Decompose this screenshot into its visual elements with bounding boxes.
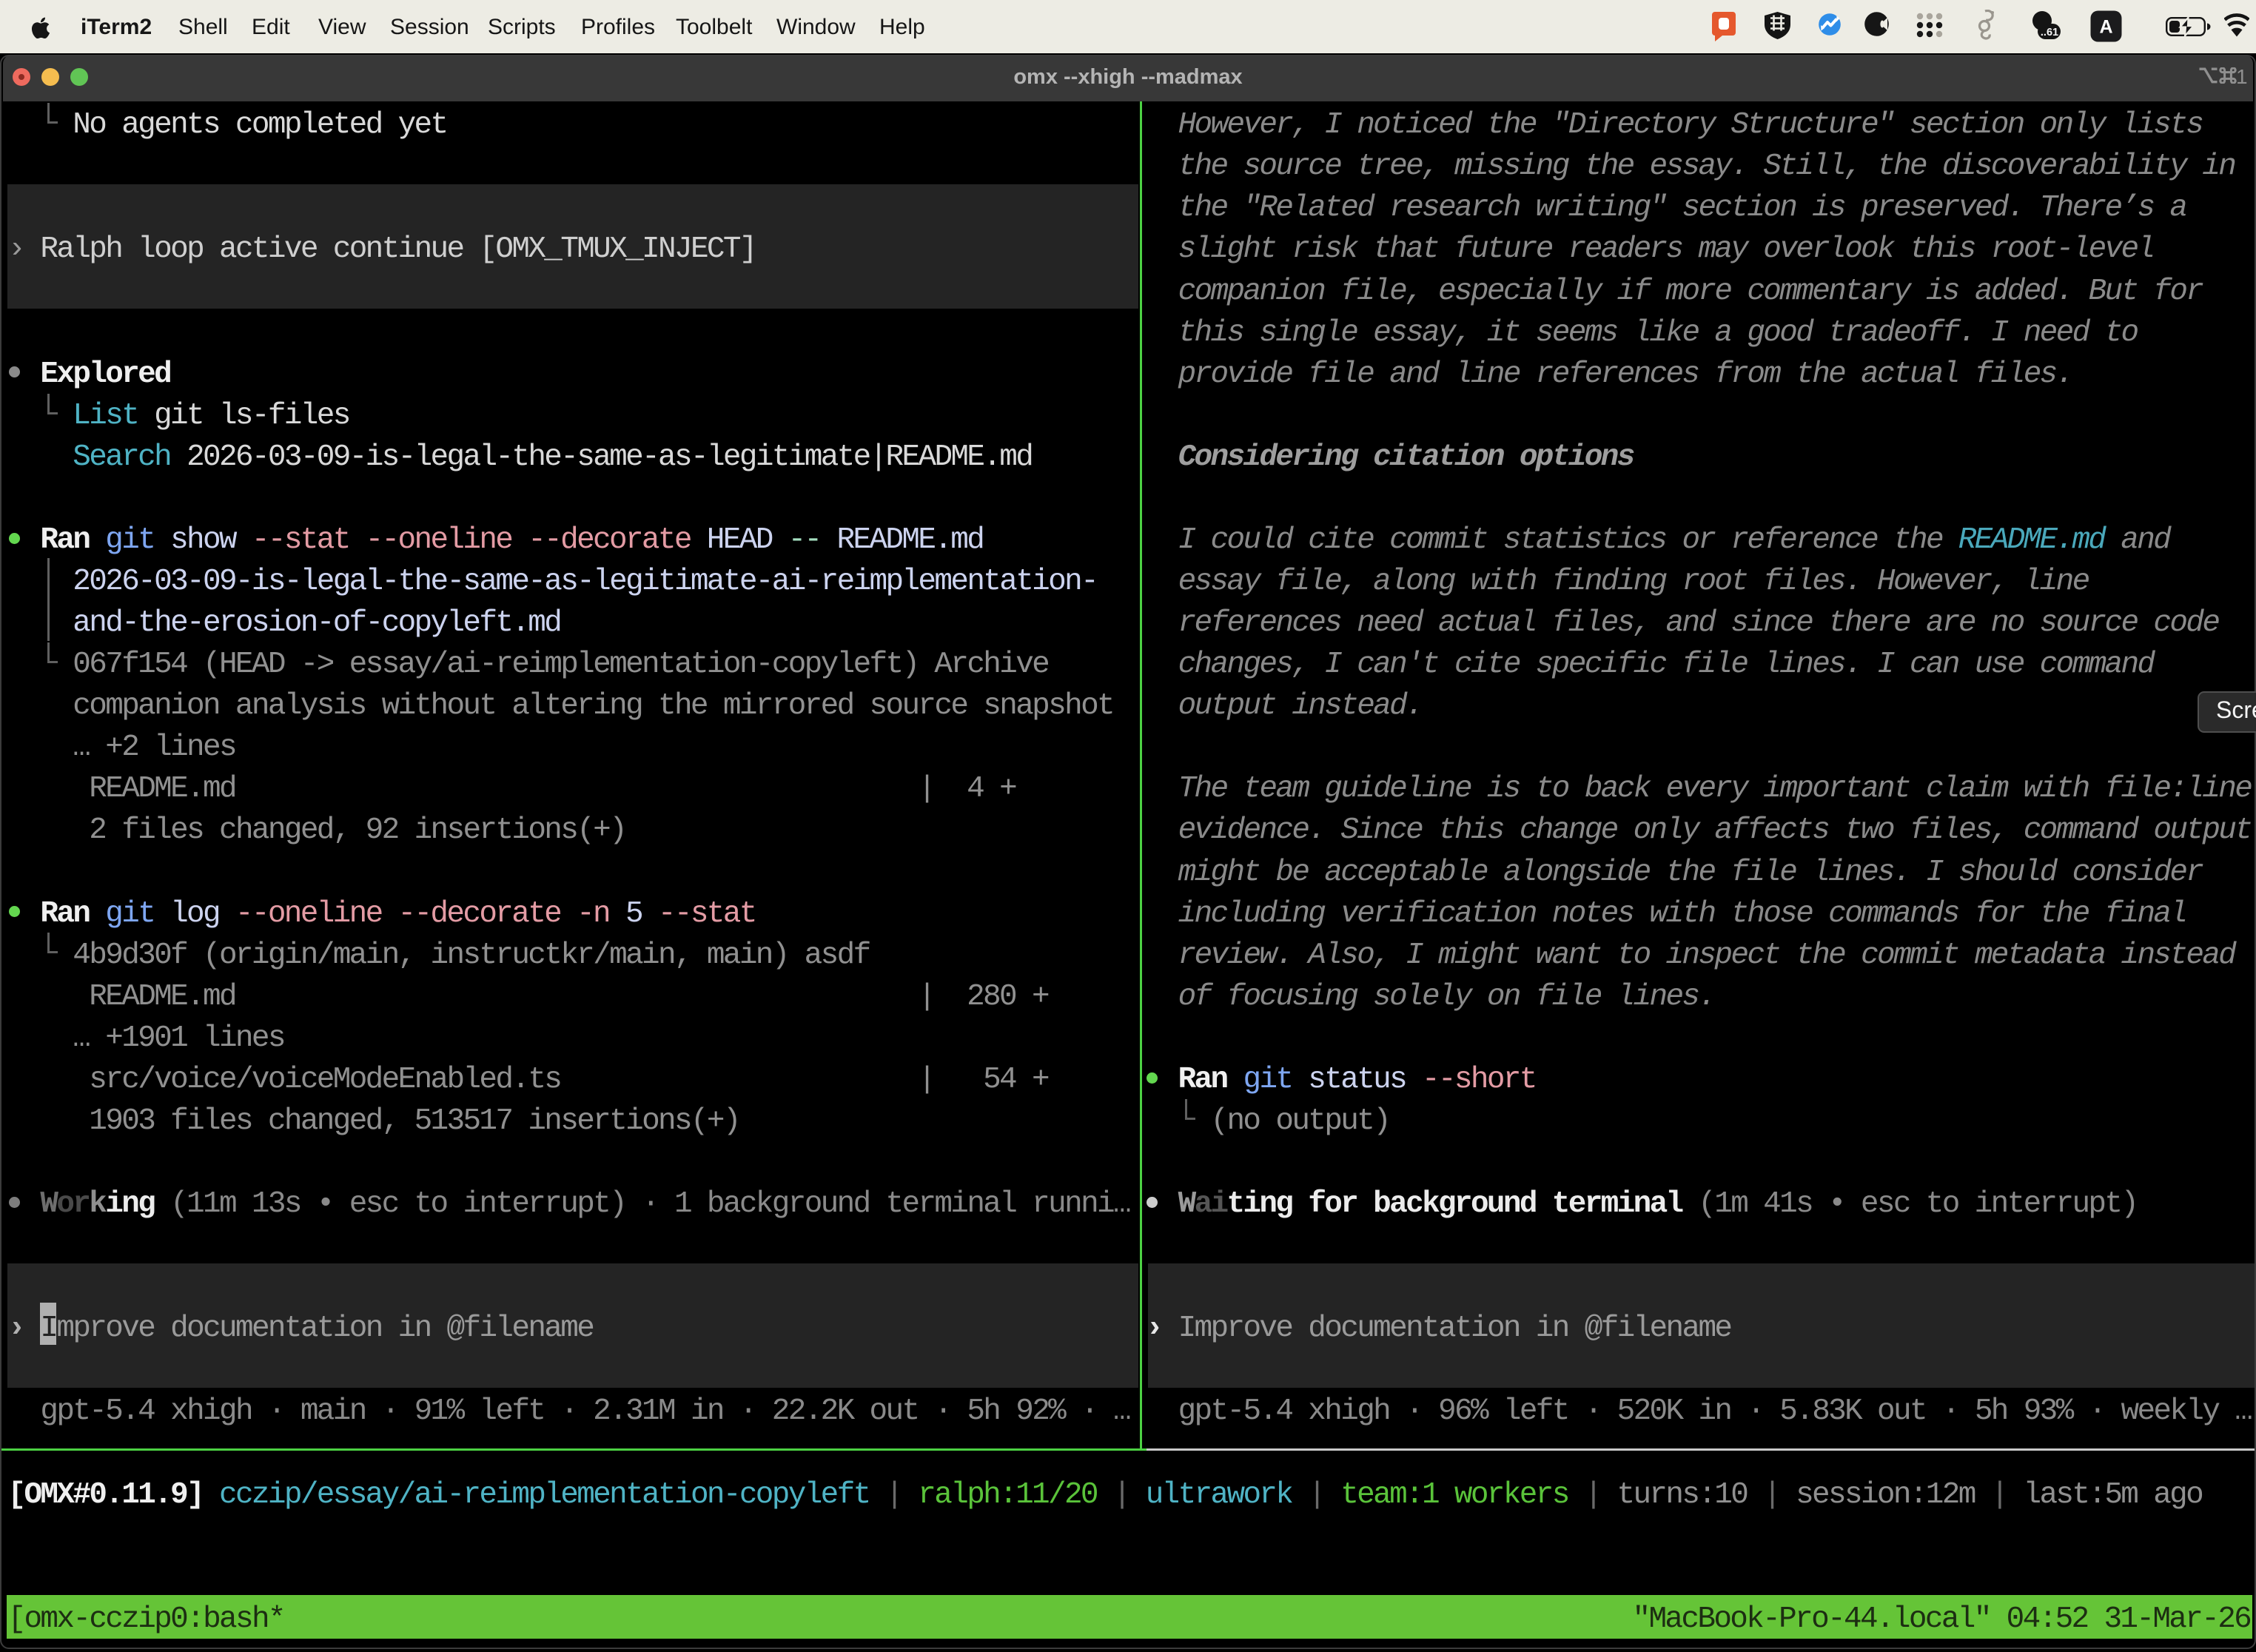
svg-text:..61: ..61	[2041, 27, 2058, 38]
svg-text:A: A	[2099, 17, 2112, 38]
